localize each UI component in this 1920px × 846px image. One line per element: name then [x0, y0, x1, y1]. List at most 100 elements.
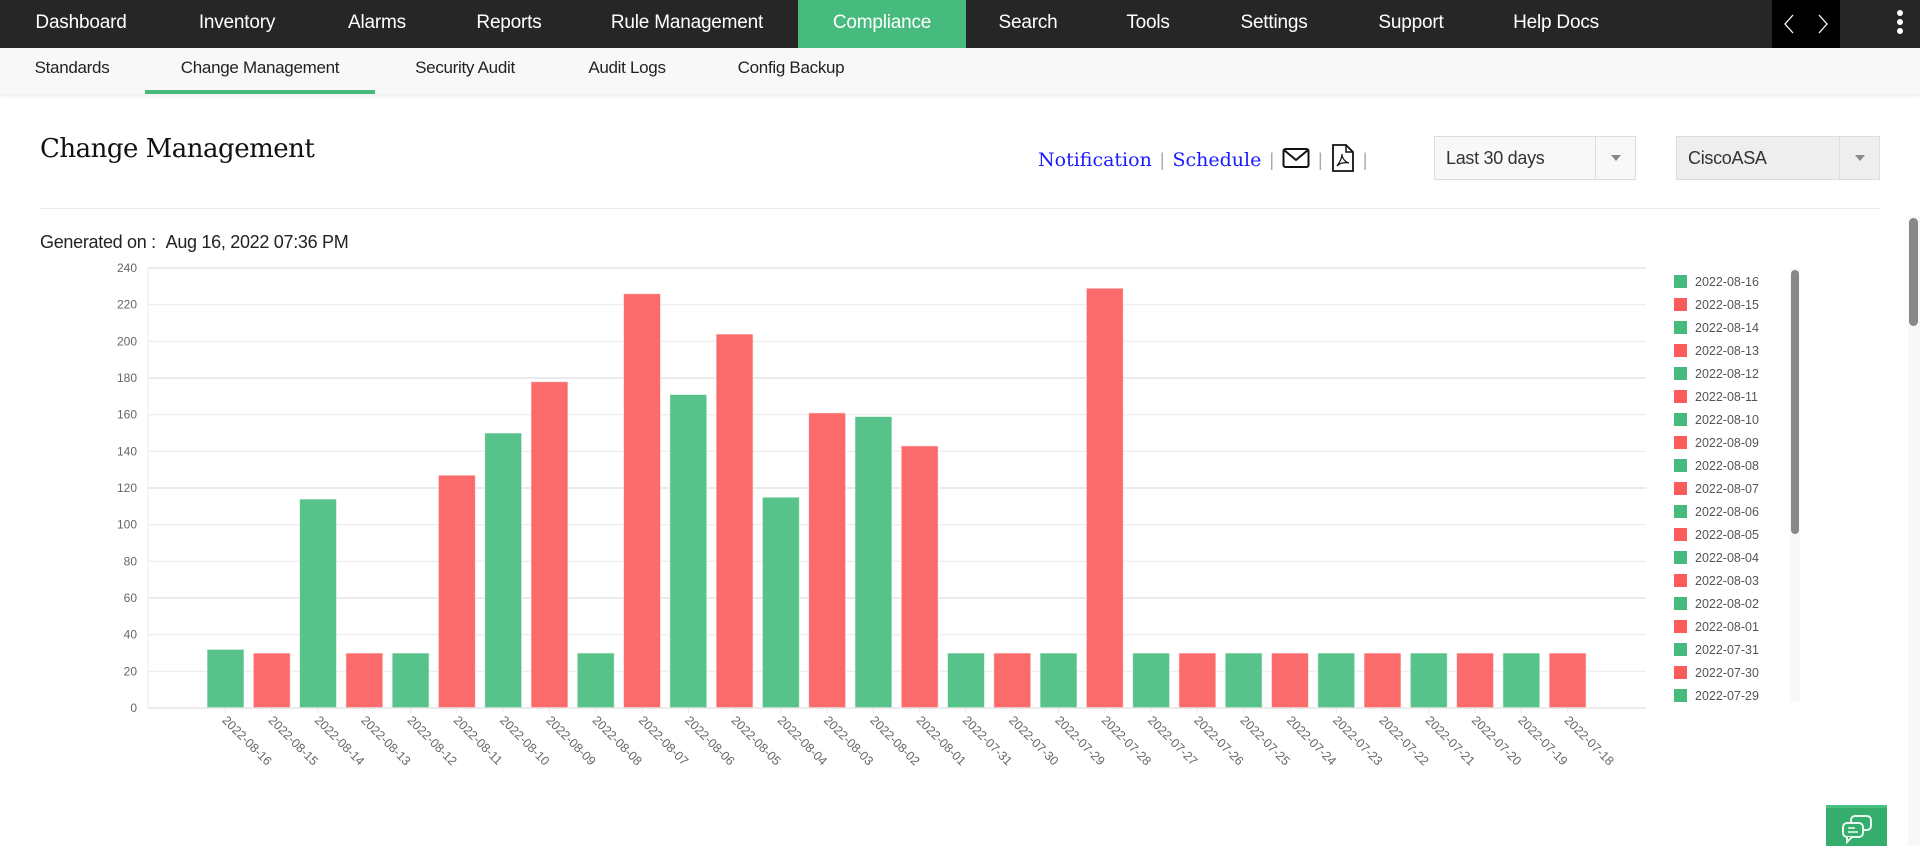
chevron-left-icon[interactable] — [1782, 14, 1796, 34]
subnav-change-management[interactable]: Change Management — [145, 48, 375, 94]
chevron-right-icon[interactable] — [1816, 14, 1830, 34]
bar-2022-08-12[interactable] — [391, 652, 430, 709]
nav-dashboard[interactable]: Dashboard — [0, 0, 162, 48]
chart-bars — [206, 287, 1587, 709]
legend-item[interactable]: 2022-07-29 — [1674, 684, 1800, 702]
chevron-down-icon[interactable] — [1839, 137, 1879, 179]
bar-2022-08-15[interactable] — [252, 652, 291, 709]
bar-2022-08-02[interactable] — [854, 416, 893, 709]
legend-item[interactable]: 2022-08-09 — [1674, 431, 1800, 454]
nav-alarms[interactable]: Alarms — [312, 0, 442, 48]
legend-item[interactable]: 2022-08-14 — [1674, 316, 1800, 339]
legend-label: 2022-08-06 — [1695, 504, 1759, 519]
bar-2022-08-05[interactable] — [715, 333, 754, 709]
bar-2022-07-23[interactable] — [1317, 652, 1356, 709]
bar-2022-08-09[interactable] — [530, 381, 569, 709]
bar-2022-07-18[interactable] — [1548, 652, 1587, 709]
legend-label: 2022-08-11 — [1695, 389, 1759, 404]
schedule-link[interactable]: Schedule — [1173, 149, 1262, 171]
bar-2022-07-29[interactable] — [1039, 652, 1078, 709]
legend-item[interactable]: 2022-08-08 — [1674, 454, 1800, 477]
kebab-menu-icon[interactable] — [1894, 10, 1906, 38]
nav-scroll-arrows — [1772, 0, 1840, 48]
bar-2022-08-01[interactable] — [900, 445, 939, 709]
legend-item[interactable]: 2022-08-07 — [1674, 477, 1800, 500]
legend-item[interactable]: 2022-08-05 — [1674, 523, 1800, 546]
legend-swatch — [1674, 436, 1687, 449]
page-title: Change Management — [40, 134, 315, 164]
legend-item[interactable]: 2022-08-12 — [1674, 362, 1800, 385]
generated-value: Aug 16, 2022 07:36 PM — [165, 232, 349, 252]
pdf-icon[interactable] — [1331, 143, 1355, 177]
bar-2022-08-08[interactable] — [576, 652, 615, 709]
nav-support[interactable]: Support — [1342, 0, 1480, 48]
legend-item[interactable]: 2022-08-01 — [1674, 615, 1800, 638]
nav-search[interactable]: Search — [966, 0, 1090, 48]
bar-2022-08-13[interactable] — [345, 652, 384, 709]
legend-item[interactable]: 2022-08-06 — [1674, 500, 1800, 523]
legend-label: 2022-07-31 — [1695, 642, 1759, 657]
bar-2022-07-24[interactable] — [1270, 652, 1309, 709]
chat-icon — [1842, 815, 1872, 844]
legend-item[interactable]: 2022-08-11 — [1674, 385, 1800, 408]
bar-2022-08-06[interactable] — [669, 394, 708, 709]
legend-swatch — [1674, 666, 1687, 679]
report-actions: Notification | Schedule | | | — [1038, 143, 1375, 177]
bar-2022-08-04[interactable] — [761, 496, 800, 709]
legend-swatch — [1674, 275, 1687, 288]
legend-item[interactable]: 2022-07-30 — [1674, 661, 1800, 684]
y-tick-label: 160 — [117, 408, 137, 422]
device-select[interactable]: CiscoASA — [1676, 136, 1880, 180]
legend-item[interactable]: 2022-08-04 — [1674, 546, 1800, 569]
bar-2022-07-30[interactable] — [993, 652, 1032, 709]
legend-scrollbar[interactable] — [1790, 268, 1800, 702]
nav-compliance[interactable]: Compliance — [798, 0, 966, 48]
subnav-security-audit[interactable]: Security Audit — [400, 48, 530, 94]
bar-2022-07-31[interactable] — [946, 652, 985, 709]
page-scrollbar[interactable] — [1908, 216, 1920, 846]
chevron-down-icon[interactable] — [1595, 137, 1635, 179]
period-select[interactable]: Last 30 days — [1434, 136, 1636, 180]
legend-item[interactable]: 2022-07-31 — [1674, 638, 1800, 661]
bar-2022-07-25[interactable] — [1224, 652, 1263, 709]
legend-item[interactable]: 2022-08-10 — [1674, 408, 1800, 431]
nav-tools[interactable]: Tools — [1090, 0, 1206, 48]
subnav-config-backup[interactable]: Config Backup — [728, 48, 854, 94]
bar-2022-07-26[interactable] — [1178, 652, 1217, 709]
bar-2022-07-21[interactable] — [1409, 652, 1448, 709]
subnav-standards[interactable]: Standards — [24, 48, 120, 94]
legend-item[interactable]: 2022-08-03 — [1674, 569, 1800, 592]
nav-reports[interactable]: Reports — [442, 0, 576, 48]
bar-2022-08-03[interactable] — [808, 412, 847, 709]
nav-settings[interactable]: Settings — [1206, 0, 1342, 48]
subnav-audit-logs[interactable]: Audit Logs — [576, 48, 678, 94]
legend-label: 2022-07-29 — [1695, 688, 1759, 703]
chat-button[interactable] — [1826, 805, 1887, 846]
bar-2022-08-07[interactable] — [623, 293, 662, 709]
bar-2022-08-16[interactable] — [206, 648, 245, 709]
bar-2022-07-27[interactable] — [1132, 652, 1171, 709]
nav-rule-management[interactable]: Rule Management — [576, 0, 798, 48]
legend-scrollbar-thumb[interactable] — [1791, 270, 1799, 534]
legend-item[interactable]: 2022-08-13 — [1674, 339, 1800, 362]
bar-2022-07-28[interactable] — [1085, 287, 1124, 709]
notification-link[interactable]: Notification — [1038, 149, 1152, 171]
legend-item[interactable]: 2022-08-15 — [1674, 293, 1800, 316]
legend-item[interactable]: 2022-08-02 — [1674, 592, 1800, 615]
legend-label: 2022-08-14 — [1695, 320, 1759, 335]
legend-swatch — [1674, 620, 1687, 633]
page-scrollbar-thumb[interactable] — [1909, 218, 1918, 326]
separator: | — [1269, 149, 1275, 170]
nav-inventory[interactable]: Inventory — [162, 0, 312, 48]
email-icon[interactable] — [1282, 147, 1310, 174]
top-navigation: Dashboard Inventory Alarms Reports Rule … — [0, 0, 1920, 48]
y-tick-label: 60 — [124, 591, 138, 605]
bar-2022-07-20[interactable] — [1456, 652, 1495, 709]
bar-2022-08-14[interactable] — [299, 498, 338, 709]
bar-2022-08-11[interactable] — [437, 474, 476, 709]
legend-item[interactable]: 2022-08-16 — [1674, 270, 1800, 293]
nav-help-docs[interactable]: Help Docs — [1480, 0, 1632, 48]
bar-2022-07-22[interactable] — [1363, 652, 1402, 709]
bar-2022-08-10[interactable] — [484, 432, 523, 709]
bar-2022-07-19[interactable] — [1502, 652, 1541, 709]
